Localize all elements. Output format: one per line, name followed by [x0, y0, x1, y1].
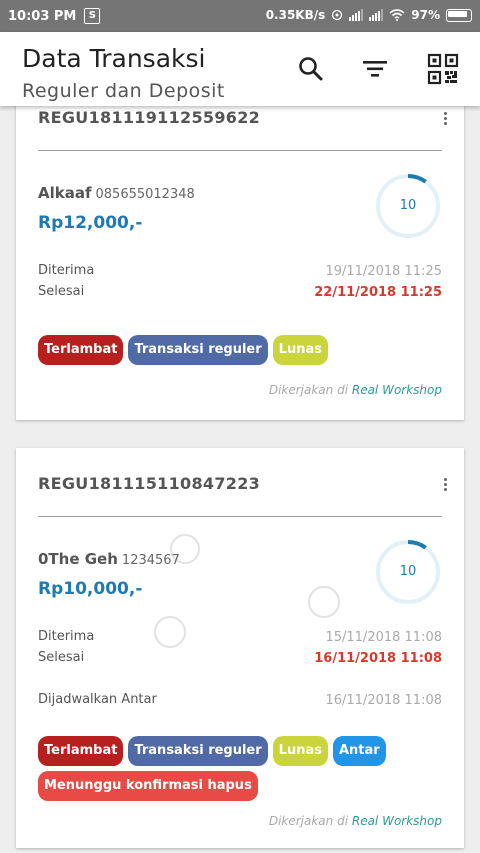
- page-title: Data Transaksi: [22, 44, 206, 73]
- footer-prefix: Dikerjakan di: [268, 814, 349, 828]
- finished-label: Selesai: [38, 650, 85, 665]
- filter-icon[interactable]: [358, 52, 392, 86]
- tag-late: Terlambat: [38, 736, 124, 766]
- more-vert-icon[interactable]: [442, 110, 448, 127]
- qr-code-icon[interactable]: [426, 52, 460, 86]
- tag-list: Terlambat Transaksi reguler Lunas Antar …: [38, 736, 448, 801]
- progress-label: 10: [399, 564, 417, 579]
- hotspot-icon: [332, 9, 343, 21]
- transaction-id: REGU181115110847223: [38, 474, 261, 493]
- workshop-name[interactable]: Real Workshop: [352, 814, 442, 828]
- status-bar: 10:03 PM S 0.35KB/s 97%: [0, 0, 480, 32]
- search-icon[interactable]: [294, 52, 328, 86]
- customer-phone: 1234567: [121, 553, 180, 568]
- finished-value: 16/11/2018 11:08: [314, 651, 442, 666]
- touch-ripple: [308, 586, 340, 618]
- tag-late: Terlambat: [38, 335, 124, 365]
- footer-prefix: Dikerjakan di: [268, 383, 349, 397]
- tag-pending-delete: Menunggu konfirmasi hapus: [38, 771, 258, 801]
- customer-name-text: Alkaaf: [38, 184, 92, 202]
- transaction-list[interactable]: REGU181119112559622 Alkaaf 085655012348 R…: [0, 106, 480, 853]
- page-subtitle: Reguler dan Deposit: [22, 80, 225, 102]
- received-label: Diterima: [38, 263, 95, 278]
- received-label: Diterima: [38, 629, 95, 644]
- workshop-footer: Dikerjakan di Real Workshop: [269, 814, 442, 828]
- tag-paid: Lunas: [272, 736, 328, 766]
- touch-ripple: [154, 616, 186, 648]
- status-time: 10:03 PM: [8, 8, 77, 24]
- transaction-id: REGU181119112559622: [38, 108, 261, 127]
- customer-name: 0The Geh 1234567: [38, 550, 180, 568]
- transaction-price: Rp10,000,-: [38, 579, 143, 599]
- tag-list: Terlambat Transaksi reguler Lunas: [38, 335, 448, 365]
- workshop-name[interactable]: Real Workshop: [352, 383, 442, 397]
- battery-percent: 97%: [411, 8, 440, 22]
- customer-phone: 085655012348: [95, 187, 195, 202]
- scheduled-delivery-label: Dijadwalkan Antar: [38, 692, 157, 707]
- transaction-price: Rp12,000,-: [38, 213, 143, 233]
- wifi-icon: [389, 9, 405, 21]
- tag-regular: Transaksi reguler: [128, 335, 268, 365]
- progress-ring: 10: [374, 538, 442, 606]
- signal-icon-2: [369, 9, 384, 21]
- received-value: 19/11/2018 11:25: [325, 264, 442, 279]
- finished-value: 22/11/2018 11:25: [314, 285, 442, 300]
- received-value: 15/11/2018 11:08: [325, 630, 442, 645]
- transaction-card[interactable]: REGU181119112559622 Alkaaf 085655012348 R…: [16, 106, 464, 420]
- more-vert-icon[interactable]: [442, 476, 448, 493]
- customer-name-text: 0The Geh: [38, 550, 118, 568]
- app-bar: Data Transaksi Reguler dan Deposit: [0, 32, 480, 106]
- signal-icon-1: [349, 9, 364, 21]
- workshop-footer: Dikerjakan di Real Workshop: [269, 383, 442, 397]
- network-speed: 0.35KB/s: [265, 8, 326, 22]
- customer-name: Alkaaf 085655012348: [38, 184, 195, 202]
- tag-delivery: Antar: [332, 736, 386, 766]
- tag-regular: Transaksi reguler: [128, 736, 268, 766]
- finished-label: Selesai: [38, 284, 85, 299]
- divider: [38, 516, 442, 517]
- transaction-card[interactable]: REGU181115110847223 0The Geh 1234567 Rp10…: [16, 448, 464, 848]
- app-notification-icon: S: [84, 8, 101, 24]
- scheduled-delivery-value: 16/11/2018 11:08: [325, 693, 442, 708]
- tag-paid: Lunas: [272, 335, 328, 365]
- divider: [38, 150, 442, 151]
- progress-ring: 10: [374, 172, 442, 240]
- battery-icon: [446, 8, 472, 22]
- progress-label: 10: [399, 198, 417, 213]
